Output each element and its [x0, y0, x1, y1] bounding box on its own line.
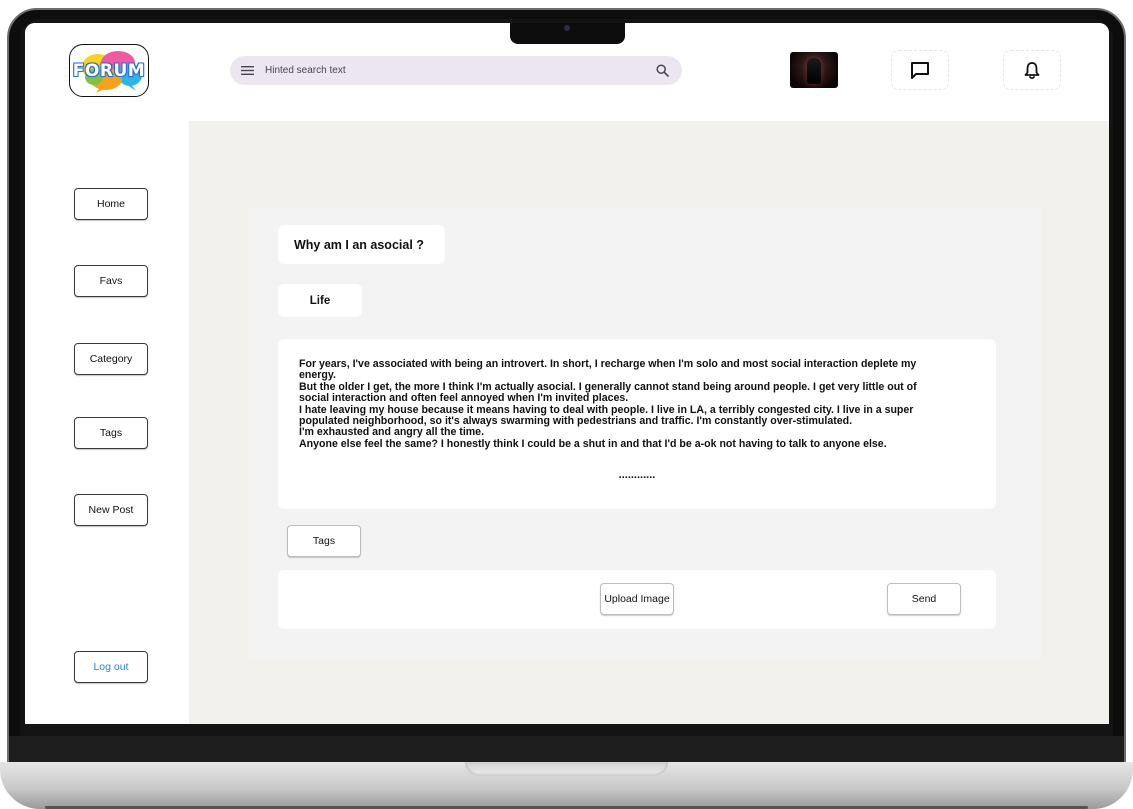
tags-button[interactable]: Tags: [287, 525, 361, 557]
avatar-figure: [807, 58, 821, 84]
post-category[interactable]: Life: [278, 284, 362, 317]
logout-button[interactable]: Log out: [74, 651, 148, 683]
post-ellipsis: ............: [618, 469, 656, 481]
post-body-line: Anyone else feel the same? I honestly th…: [299, 437, 887, 450]
forum-logo[interactable]: FORUM: [69, 44, 149, 97]
search-input[interactable]: [265, 62, 645, 79]
sidebar-item-home[interactable]: Home: [74, 188, 148, 220]
sidebar-item-favs[interactable]: Favs: [74, 265, 148, 297]
sidebar-item-tags[interactable]: Tags: [74, 417, 148, 449]
post-body-line: social interaction and often feel annoye…: [299, 392, 629, 405]
laptop-base: [0, 762, 1133, 809]
lid-bottom-bar: [9, 736, 1124, 762]
search-bar[interactable]: [230, 56, 682, 85]
menu-icon[interactable]: [241, 65, 254, 76]
screen: FORUM Hinted search text Home Favs Categ…: [25, 23, 1109, 724]
search-icon[interactable]: [656, 64, 669, 77]
user-avatar[interactable]: [790, 52, 838, 88]
camera-notch: [510, 23, 625, 44]
base-opening-notch: [465, 762, 668, 776]
sidebar: Home Favs Category Tags New Post Log out: [25, 121, 189, 724]
sidebar-item-new-post[interactable]: New Post: [74, 494, 148, 526]
post-actions: Upload Image Send: [278, 570, 996, 629]
main-content: Why am I an asocial ? Life For years, I'…: [189, 121, 1109, 724]
chat-bubble-icon: [911, 62, 929, 79]
post-panel: Why am I an asocial ? Life For years, I'…: [248, 207, 1041, 660]
bell-icon: [1024, 61, 1040, 79]
notifications-button[interactable]: [1003, 50, 1061, 90]
upload-image-button[interactable]: Upload Image: [600, 583, 674, 615]
camera-icon: [564, 25, 570, 31]
send-button[interactable]: Send: [887, 583, 961, 615]
post-body[interactable]: For years, I've associated with being an…: [278, 339, 996, 509]
logo-text: FORUM: [72, 60, 146, 81]
sidebar-item-category[interactable]: Category: [74, 343, 148, 375]
post-title[interactable]: Why am I an asocial ?: [278, 225, 445, 264]
chat-button[interactable]: [891, 50, 949, 90]
post-body-line: For years, I've associated with being an…: [299, 358, 917, 370]
